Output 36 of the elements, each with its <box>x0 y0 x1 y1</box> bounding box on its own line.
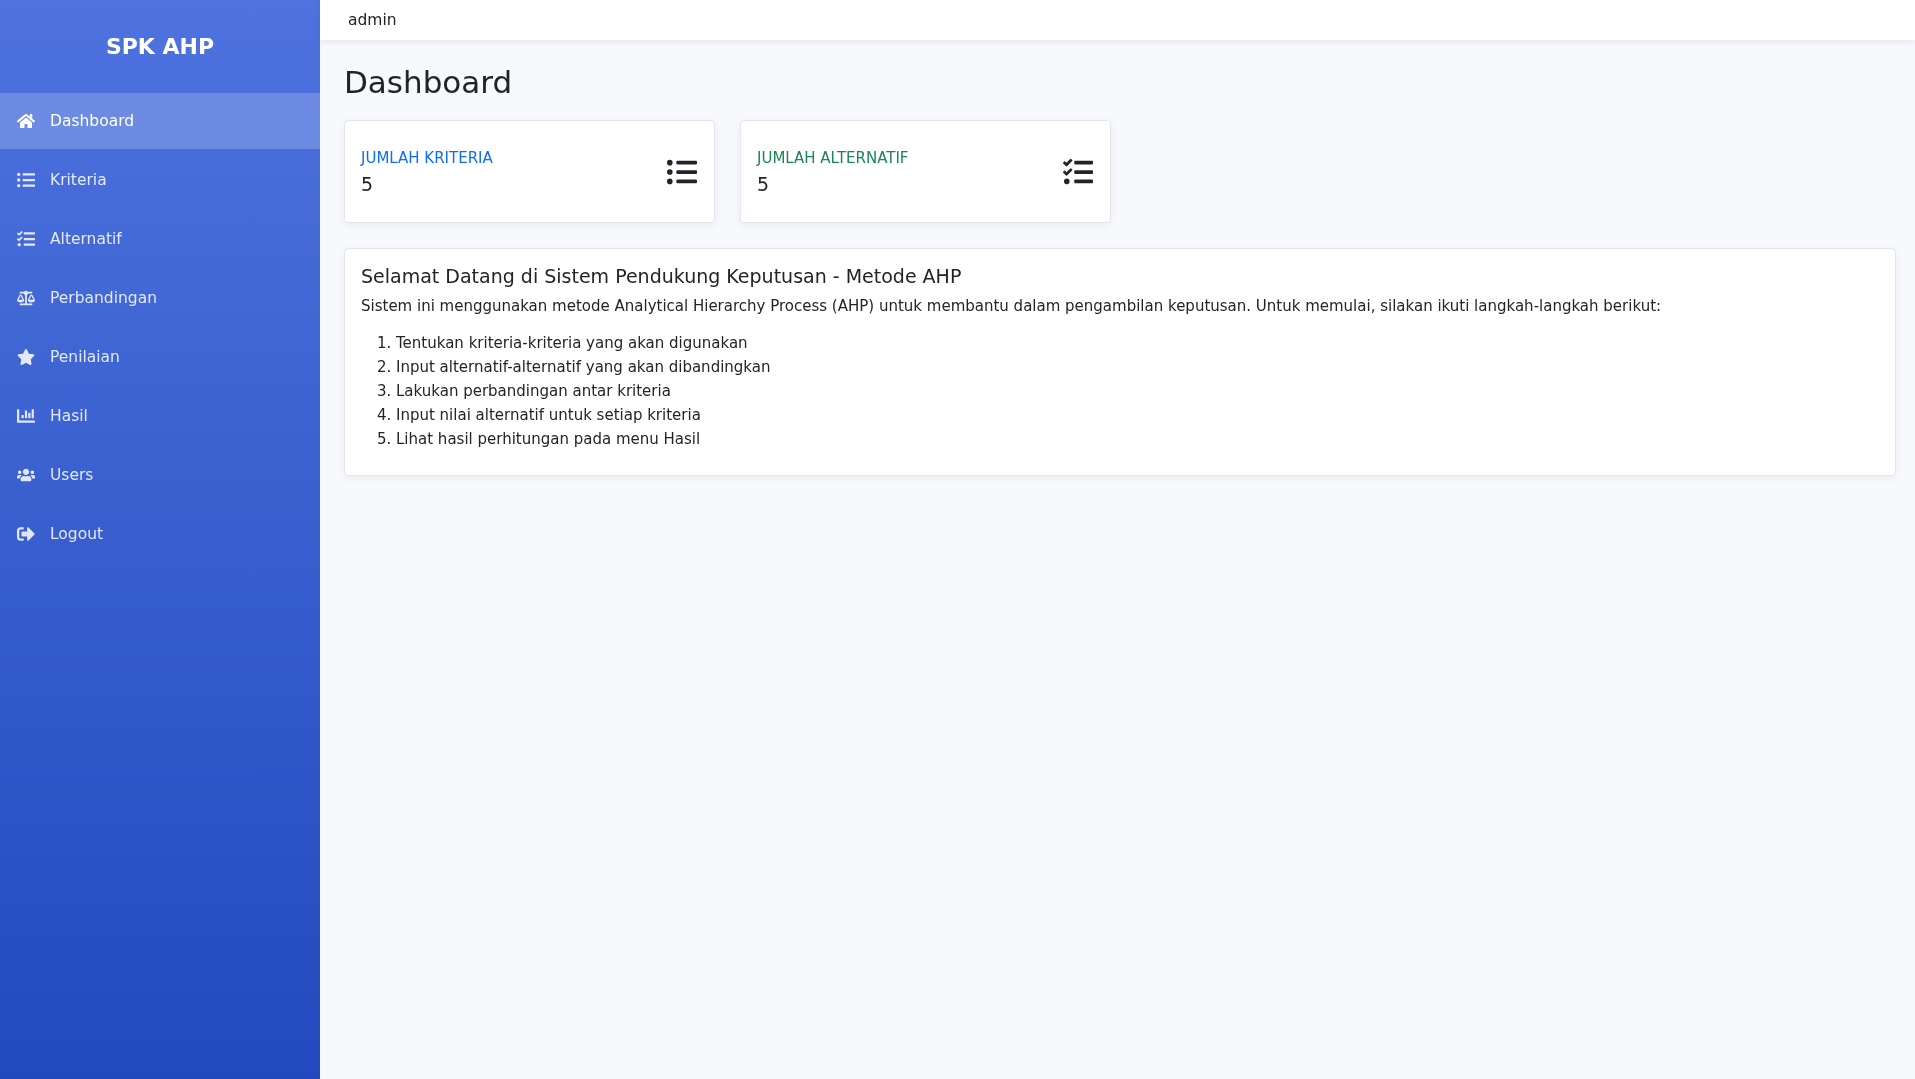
stat-value: 5 <box>361 172 375 195</box>
welcome-title: Selamat Datang di Sistem Pendukung Keputusan - Metode AHP <box>361 265 963 287</box>
stat-label: JUMLAH KRITERIA <box>361 148 493 167</box>
stat-value: 5 <box>757 172 771 195</box>
step-text: Input nilai alternatif untuk setiap kriteria <box>396 405 701 425</box>
users-icon <box>16 466 36 484</box>
page-title: Dashboard <box>344 64 514 100</box>
home-icon <box>16 112 36 130</box>
sidebar-item[interactable]: Alternatif <box>0 211 320 267</box>
sidebar-item[interactable]: Logout <box>0 506 320 562</box>
sidebar-item[interactable]: Users <box>0 447 320 503</box>
step-number: 5. <box>377 429 391 449</box>
step-text: Lakukan perbandingan antar kriteria <box>396 381 671 401</box>
step-number: 4. <box>377 405 391 425</box>
checklist-icon <box>16 230 36 248</box>
sidebar-item[interactable]: Kriteria <box>0 152 320 208</box>
list-icon <box>16 171 36 189</box>
sidebar-item[interactable]: Hasil <box>0 388 320 444</box>
sign-out-icon <box>16 525 36 543</box>
stat-label: JUMLAH ALTERNATIF <box>757 148 909 167</box>
sidebar-item[interactable]: Perbandingan <box>0 270 320 326</box>
step-text: Tentukan kriteria-kriteria yang akan digunakan <box>396 333 748 353</box>
sidebar-item[interactable]: Dashboard <box>0 93 320 149</box>
sidebar-item[interactable]: Penilaian <box>0 329 320 385</box>
intro-text: Sistem ini menggunakan metode Analytical Hierarchy Process (AHP) untuk membantu dalam pengambilan keputusan. Untuk memulai, silakan ikuti langkah-langkah berikut: <box>361 297 1663 315</box>
user-name: admin <box>348 11 397 29</box>
scale-icon <box>16 289 36 307</box>
checklist-icon <box>1062 156 1094 187</box>
star-icon <box>16 348 36 366</box>
step-number: 2. <box>377 357 391 377</box>
step-number: 3. <box>377 381 391 401</box>
brand-title: SPK AHP <box>105 34 215 59</box>
step-text: Lihat hasil perhitungan pada menu Hasil <box>396 429 701 449</box>
step-text: Input alternatif-alternatif yang akan dibandingkan <box>396 357 771 377</box>
step-number: 1. <box>377 333 391 353</box>
bar-chart-icon <box>16 407 36 425</box>
